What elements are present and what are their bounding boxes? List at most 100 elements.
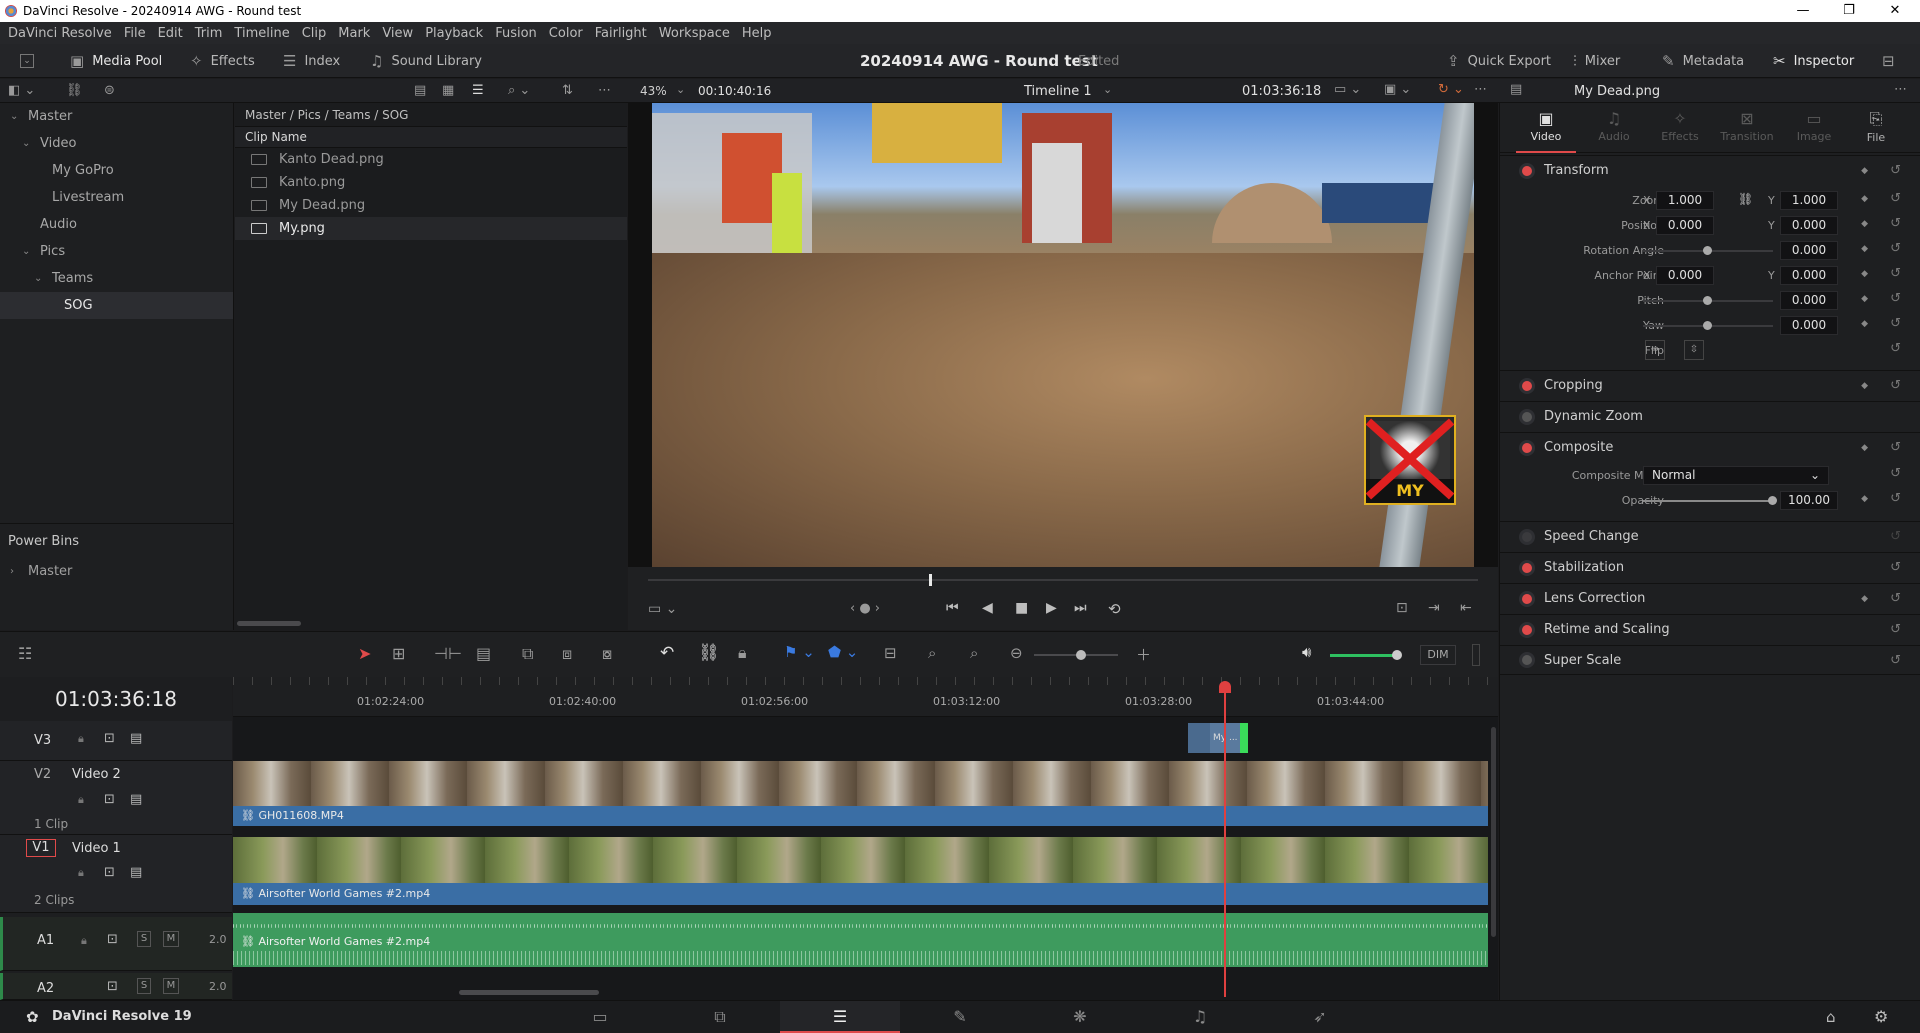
- position-lock-icon[interactable]: 🔒︎: [738, 643, 747, 663]
- flag-icon[interactable]: ⚑ ⌄: [784, 643, 815, 661]
- marker-icon[interactable]: ⬟ ⌄: [828, 643, 858, 661]
- reset-icon[interactable]: ↺: [1890, 241, 1901, 256]
- power-bin-master[interactable]: Master: [28, 564, 72, 579]
- reset-icon[interactable]: ↺: [1890, 163, 1901, 178]
- opacity-slider[interactable]: [1643, 500, 1773, 502]
- horizontal-scrollbar[interactable]: [237, 621, 301, 626]
- track-enable-icon[interactable]: ▤: [130, 865, 142, 880]
- timeline-viewer[interactable]: MY: [628, 103, 1498, 567]
- bin-options-icon[interactable]: ⊜: [104, 83, 115, 98]
- selection-tool-icon[interactable]: ➤: [358, 644, 371, 663]
- reset-icon[interactable]: ↺: [1890, 529, 1901, 544]
- reset-icon[interactable]: ↺: [1890, 191, 1901, 206]
- tab-transition[interactable]: ⊠ Transition: [1712, 103, 1782, 153]
- yaw-field[interactable]: 0.000: [1780, 316, 1838, 335]
- slider-knob[interactable]: [1703, 296, 1712, 305]
- overlay-icon[interactable]: ▣ ⌄: [1384, 82, 1411, 97]
- list-view-icon[interactable]: ☰: [472, 83, 484, 98]
- effects-button[interactable]: ✧ Effects: [190, 44, 255, 78]
- dynamic-trim-icon[interactable]: ⊣⊢: [434, 644, 462, 663]
- dim-button[interactable]: DIM: [1420, 645, 1456, 665]
- composite-mode-dropdown[interactable]: Normal ⌄: [1643, 466, 1829, 485]
- timeline-ruler[interactable]: 01:02:24:00 01:02:40:00 01:02:56:00 01:0…: [233, 677, 1498, 717]
- auto-select-icon[interactable]: ⊡: [104, 731, 115, 746]
- zoom-detail-icon[interactable]: ⌕: [928, 644, 936, 662]
- reset-icon[interactable]: ↺: [1890, 316, 1901, 331]
- section-composite[interactable]: Composite ◆ ↺: [1500, 432, 1920, 462]
- track-destination-v1[interactable]: V1: [26, 839, 56, 857]
- previous-edit-icon[interactable]: ⇤: [1460, 600, 1472, 616]
- gear-icon[interactable]: ⚙: [1874, 1007, 1888, 1026]
- menu-playback[interactable]: Playback: [425, 26, 483, 41]
- metadata-button[interactable]: ✎ Metadata: [1662, 44, 1744, 78]
- keyframe-icon[interactable]: ◆: [1861, 269, 1868, 279]
- timeline-clip-v2[interactable]: ⛓ GH011608.MP4: [233, 806, 1488, 826]
- more-options-icon[interactable]: ⋯: [1474, 82, 1487, 97]
- page-deliver[interactable]: ➶: [1260, 1001, 1380, 1033]
- section-speed-change[interactable]: Speed Change ↺: [1500, 521, 1920, 551]
- opacity-field[interactable]: 100.00: [1780, 491, 1838, 510]
- chevron-right-icon[interactable]: ›: [10, 566, 14, 577]
- keyframe-icon[interactable]: ◆: [1861, 166, 1868, 176]
- enable-toggle-icon[interactable]: [1522, 562, 1532, 573]
- clip-item[interactable]: Kanto Dead.png: [235, 148, 627, 171]
- bin-livestream[interactable]: Livestream: [0, 184, 233, 211]
- playhead[interactable]: [1224, 687, 1226, 997]
- index-button[interactable]: ☰ Index: [283, 44, 340, 78]
- menu-workspace[interactable]: Workspace: [659, 26, 730, 41]
- section-cropping[interactable]: Cropping ◆ ↺: [1500, 370, 1920, 400]
- keyframe-icon[interactable]: ◆: [1861, 594, 1868, 604]
- linked-selection-icon[interactable]: ⛓: [698, 643, 720, 663]
- slider-knob[interactable]: [1392, 650, 1402, 660]
- track-enable-icon[interactable]: ▤: [130, 792, 142, 807]
- slider-knob[interactable]: [1076, 650, 1086, 660]
- speaker-icon[interactable]: 🔊︎: [1302, 643, 1311, 661]
- keyframe-icon[interactable]: ◆: [1861, 219, 1868, 229]
- trim-tool-icon[interactable]: ⊞: [392, 644, 405, 663]
- reset-icon[interactable]: ↺: [1890, 560, 1901, 575]
- enable-toggle-icon[interactable]: [1522, 165, 1532, 176]
- track-name-video-2[interactable]: Video 2: [72, 767, 121, 782]
- reset-icon[interactable]: ↺: [1890, 216, 1901, 231]
- thumbnail-view-icon[interactable]: ▦: [442, 83, 454, 98]
- tab-video[interactable]: ▣ Video: [1516, 103, 1576, 153]
- section-lens-correction[interactable]: Lens Correction ◆ ↺: [1500, 583, 1920, 613]
- clip-view-icon[interactable]: ▭ ⌄: [648, 601, 677, 617]
- play-icon[interactable]: ▶: [1046, 600, 1057, 616]
- zoom-in-icon[interactable]: ＋: [1136, 644, 1151, 665]
- sort-icon[interactable]: ⇅: [562, 83, 573, 98]
- next-edit-icon[interactable]: ⇥: [1428, 600, 1440, 616]
- page-fairlight[interactable]: ♫: [1140, 1001, 1260, 1033]
- clip-item[interactable]: My.png: [235, 217, 627, 240]
- more-options-icon[interactable]: ⋯: [1894, 82, 1907, 97]
- reset-icon[interactable]: ↺: [1890, 291, 1901, 306]
- more-options-icon[interactable]: ⋯: [598, 83, 611, 98]
- keyframe-icon[interactable]: ◆: [1861, 244, 1868, 254]
- solo-button[interactable]: S: [137, 931, 151, 947]
- snapping-icon[interactable]: ↶: [660, 643, 674, 663]
- lock-icon[interactable]: 🔒︎: [78, 866, 84, 880]
- tab-audio[interactable]: ♫ Audio: [1584, 103, 1644, 153]
- position-y-field[interactable]: 0.000: [1780, 216, 1838, 235]
- menu-fairlight[interactable]: Fairlight: [595, 26, 647, 41]
- panel-expand-button[interactable]: ⊟: [1882, 44, 1903, 78]
- slider-knob[interactable]: [1703, 246, 1712, 255]
- search-icon[interactable]: ⌕ ⌄: [508, 83, 530, 98]
- lock-icon[interactable]: 🔒︎: [78, 793, 84, 807]
- keyframe-icon[interactable]: ◆: [1861, 494, 1868, 504]
- keyframe-icon[interactable]: ◆: [1861, 443, 1868, 453]
- bin-video[interactable]: ⌄ Video: [0, 130, 233, 157]
- sidebar-toggle-icon[interactable]: ◧ ⌄: [8, 83, 35, 98]
- menu-view[interactable]: View: [382, 26, 413, 41]
- pitch-field[interactable]: 0.000: [1780, 291, 1838, 310]
- rotation-field[interactable]: 0.000: [1780, 241, 1838, 260]
- track-enable-icon[interactable]: ▤: [130, 731, 142, 746]
- reset-icon[interactable]: ↺: [1890, 591, 1901, 606]
- play-reverse-icon[interactable]: ◀: [982, 600, 993, 616]
- viewer-zoom[interactable]: 43%: [640, 84, 667, 98]
- enable-toggle-icon[interactable]: [1522, 442, 1532, 453]
- timeline-tracks[interactable]: 01:02:24:00 01:02:40:00 01:02:56:00 01:0…: [233, 677, 1498, 1000]
- section-retime-scaling[interactable]: Retime and Scaling ↺: [1500, 614, 1920, 644]
- keyframe-icon[interactable]: ◆: [1861, 381, 1868, 391]
- page-edit[interactable]: ☰: [780, 1001, 900, 1033]
